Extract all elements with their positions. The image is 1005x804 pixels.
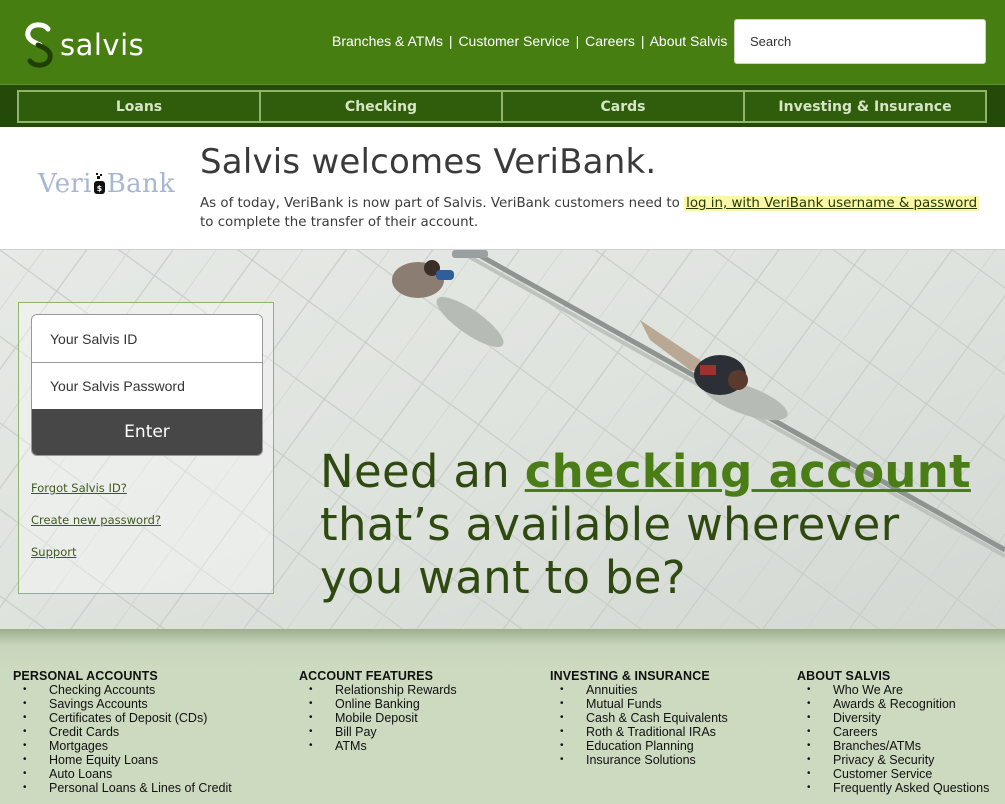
- enter-button[interactable]: Enter: [32, 409, 262, 455]
- footer-link[interactable]: Home Equity Loans: [13, 753, 232, 767]
- footer-column-title: INVESTING & INSURANCE: [550, 669, 710, 683]
- footer-column-about-salvis: ABOUT SALVIS Who We Are Awards & Recogni…: [797, 669, 989, 795]
- footer-column-account-features: ACCOUNT FEATURES Relationship Rewards On…: [299, 669, 457, 753]
- footer-link[interactable]: Online Banking: [299, 697, 457, 711]
- link-separator: |: [640, 33, 645, 49]
- welcome-text-before: As of today, VeriBank is now part of Sal…: [200, 196, 685, 211]
- main-nav: Loans Checking Cards Investing & Insuran…: [0, 84, 1005, 127]
- support-link[interactable]: Support: [31, 545, 76, 559]
- site-footer: PERSONAL ACCOUNTS Checking Accounts Savi…: [0, 629, 1005, 804]
- hero-tagline: Need an checking account that’s availabl…: [320, 445, 980, 604]
- checking-account-link[interactable]: checking account: [525, 445, 971, 498]
- login-panel: Enter Forgot Salvis ID? Create new passw…: [18, 302, 274, 594]
- link-about-salvis[interactable]: About Salvis: [650, 33, 728, 49]
- footer-link[interactable]: Branches/ATMs: [797, 739, 989, 753]
- salvis-logo-icon: [25, 22, 53, 68]
- veribank-login-link[interactable]: log in, with VeriBank username & passwor…: [684, 196, 980, 211]
- welcome-text-after: to complete the transfer of their accoun…: [200, 215, 479, 230]
- footer-link[interactable]: Privacy & Security: [797, 753, 989, 767]
- tagline-start: Need an: [320, 445, 525, 498]
- utility-links: Branches & ATMs | Customer Service | Car…: [332, 33, 727, 49]
- veribank-logo: Veri $ Bank: [38, 169, 175, 199]
- salvis-password-input[interactable]: [32, 362, 262, 409]
- salvis-logo[interactable]: salvis: [22, 20, 144, 70]
- footer-column-personal-accounts: PERSONAL ACCOUNTS Checking Accounts Savi…: [13, 669, 232, 795]
- nav-tab-loans[interactable]: Loans: [17, 90, 261, 123]
- footer-link-list: Checking Accounts Savings Accounts Certi…: [13, 683, 232, 795]
- footer-link[interactable]: Annuities: [550, 683, 728, 697]
- footer-link[interactable]: Frequently Asked Questions: [797, 781, 989, 795]
- hero-section: Enter Forgot Salvis ID? Create new passw…: [0, 249, 1005, 629]
- footer-link[interactable]: Diversity: [797, 711, 989, 725]
- link-branches-atms[interactable]: Branches & ATMs: [332, 33, 443, 49]
- footer-column-title: ACCOUNT FEATURES: [299, 669, 434, 683]
- logo-wordmark: salvis: [60, 28, 145, 62]
- footer-link[interactable]: Bill Pay: [299, 725, 457, 739]
- footer-link[interactable]: Mobile Deposit: [299, 711, 457, 725]
- nav-tabs: Loans Checking Cards Investing & Insuran…: [17, 90, 987, 123]
- footer-link[interactable]: Mortgages: [13, 739, 232, 753]
- footer-link[interactable]: Who We Are: [797, 683, 989, 697]
- footer-link[interactable]: Auto Loans: [13, 767, 232, 781]
- welcome-banner: Veri $ Bank Salvis welcomes VeriBank. As…: [0, 127, 1005, 249]
- svg-text:$: $: [96, 184, 102, 193]
- footer-link[interactable]: Education Planning: [550, 739, 728, 753]
- footer-shadow: [0, 629, 1005, 645]
- footer-link[interactable]: Credit Cards: [13, 725, 232, 739]
- footer-link[interactable]: Roth & Traditional IRAs: [550, 725, 728, 739]
- footer-column-investing-insurance: INVESTING & INSURANCE Annuities Mutual F…: [550, 669, 728, 767]
- link-separator: |: [575, 33, 580, 49]
- footer-link[interactable]: Careers: [797, 725, 989, 739]
- footer-link[interactable]: Certificates of Deposit (CDs): [13, 711, 232, 725]
- footer-link[interactable]: Cash & Cash Equivalents: [550, 711, 728, 725]
- footer-link[interactable]: Personal Loans & Lines of Credit: [13, 781, 232, 795]
- footer-link-list: Who We Are Awards & Recognition Diversit…: [797, 683, 989, 795]
- nav-tab-investing-insurance[interactable]: Investing & Insurance: [745, 90, 987, 123]
- footer-link[interactable]: Mutual Funds: [550, 697, 728, 711]
- search-input[interactable]: [735, 20, 985, 63]
- veribank-logo-right: Bank: [106, 169, 176, 199]
- footer-link[interactable]: Savings Accounts: [13, 697, 232, 711]
- footer-link[interactable]: Customer Service: [797, 767, 989, 781]
- welcome-title: Salvis welcomes VeriBank.: [200, 142, 657, 182]
- link-separator: |: [448, 33, 453, 49]
- site-header: salvis Branches & ATMs | Customer Servic…: [0, 0, 1005, 84]
- footer-link-list: Annuities Mutual Funds Cash & Cash Equiv…: [550, 683, 728, 767]
- salvis-id-input[interactable]: [32, 315, 262, 362]
- forgot-id-link[interactable]: Forgot Salvis ID?: [31, 481, 127, 495]
- login-form: Enter: [31, 314, 263, 456]
- money-bag-icon: $: [93, 173, 105, 194]
- footer-link[interactable]: ATMs: [299, 739, 457, 753]
- footer-column-title: ABOUT SALVIS: [797, 669, 891, 683]
- nav-tab-cards[interactable]: Cards: [503, 90, 745, 123]
- footer-link[interactable]: Insurance Solutions: [550, 753, 728, 767]
- footer-column-title: PERSONAL ACCOUNTS: [13, 669, 158, 683]
- link-customer-service[interactable]: Customer Service: [458, 33, 569, 49]
- nav-tab-checking[interactable]: Checking: [261, 90, 503, 123]
- footer-link[interactable]: Awards & Recognition: [797, 697, 989, 711]
- link-careers[interactable]: Careers: [585, 33, 635, 49]
- footer-link[interactable]: Checking Accounts: [13, 683, 232, 697]
- veribank-logo-left: Veri: [38, 169, 92, 199]
- welcome-message: As of today, VeriBank is now part of Sal…: [200, 194, 980, 232]
- tagline-end: that’s available wherever you want to be…: [320, 498, 900, 604]
- search-box: [734, 19, 986, 64]
- footer-link-list: Relationship Rewards Online Banking Mobi…: [299, 683, 457, 753]
- create-password-link[interactable]: Create new password?: [31, 513, 161, 527]
- footer-link[interactable]: Relationship Rewards: [299, 683, 457, 697]
